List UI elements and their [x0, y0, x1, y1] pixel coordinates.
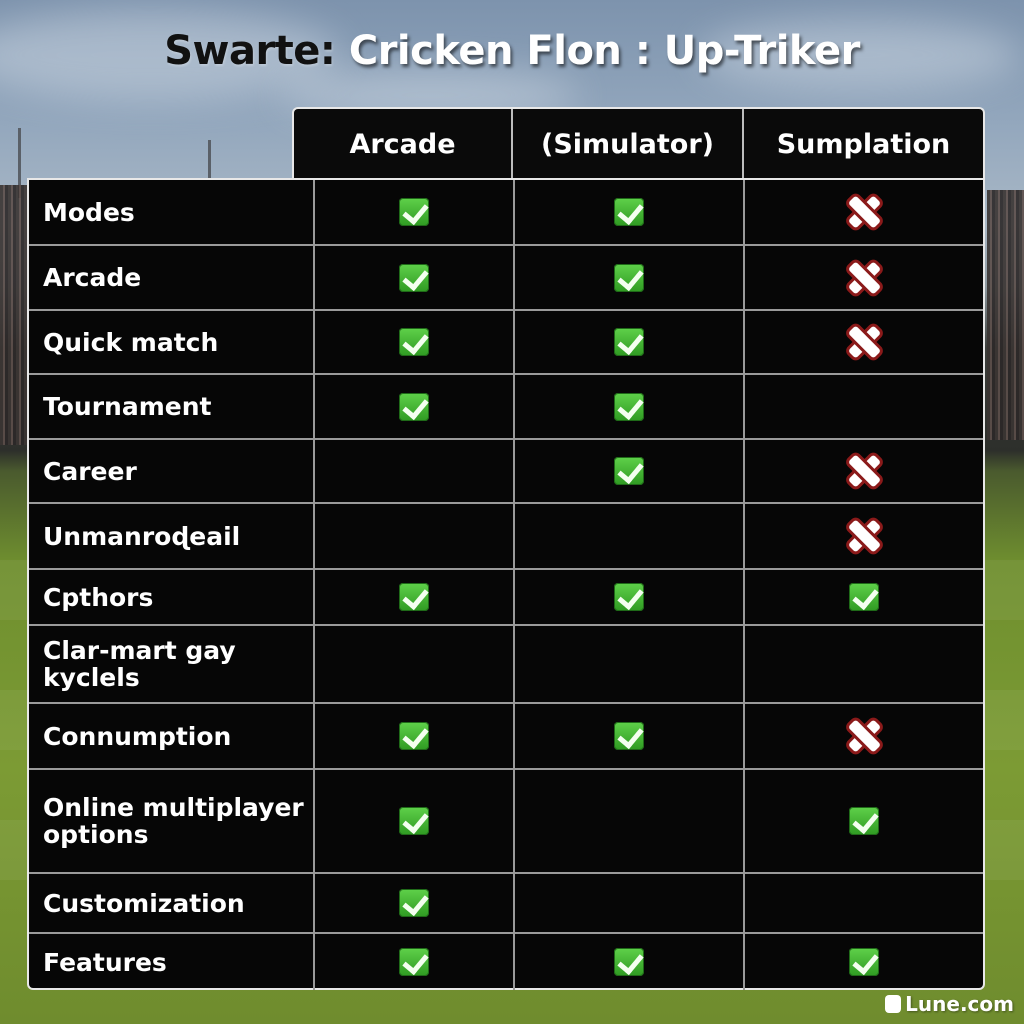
- green-check-icon: [399, 328, 429, 356]
- page-title: Swarte: Cricken Flon : Up-Triker: [0, 28, 1024, 74]
- feature-cell: [745, 570, 983, 624]
- feature-cell: [315, 375, 515, 438]
- row-label: Modes: [29, 180, 315, 244]
- table-row: Clar-mart gay kyclels: [29, 624, 983, 702]
- title-prefix: Swarte:: [164, 28, 336, 74]
- feature-cell: [745, 874, 983, 932]
- feature-cell: [315, 934, 515, 990]
- green-check-icon: [399, 198, 429, 226]
- column-header-sumplation: Sumplation: [776, 128, 951, 160]
- table-row: Cpthors: [29, 568, 983, 624]
- feature-cell: [315, 570, 515, 624]
- feature-cell: [515, 440, 745, 502]
- watermark-text: Lune.com: [905, 992, 1014, 1016]
- comparison-table: Modes Arcade Quick match Tournament Career Un…: [27, 178, 985, 990]
- row-label: Cpthors: [29, 570, 315, 624]
- feature-cell: [745, 626, 983, 702]
- feature-cell: [515, 570, 745, 624]
- feature-cell: [315, 770, 515, 872]
- green-check-icon: [849, 583, 879, 611]
- feature-cell: [315, 874, 515, 932]
- green-check-icon: [614, 583, 644, 611]
- row-label: Career: [29, 440, 315, 502]
- feature-cell: [515, 180, 745, 244]
- green-check-icon: [849, 807, 879, 835]
- green-check-icon: [614, 263, 644, 292]
- row-label: Connumption: [29, 704, 315, 768]
- row-label: Clar-mart gay kyclels: [29, 626, 315, 702]
- green-check-icon: [399, 889, 429, 917]
- feature-cell: [745, 504, 983, 568]
- feature-cell: [315, 440, 515, 502]
- red-cross-icon: [846, 453, 882, 489]
- row-label: Arcade: [29, 246, 315, 309]
- feature-cell: [515, 375, 745, 438]
- table-row: Tournament: [29, 373, 983, 438]
- column-header-arcade: Arcade: [294, 109, 513, 179]
- green-check-icon: [399, 583, 429, 611]
- green-check-icon: [399, 807, 429, 835]
- row-label: Quick match: [29, 311, 315, 373]
- red-cross-icon: [846, 194, 882, 230]
- feature-cell: [315, 504, 515, 568]
- green-check-icon: [614, 948, 644, 976]
- title-main: Cricken Flon : Up-Triker: [335, 28, 860, 74]
- feature-cell: [315, 626, 515, 702]
- feature-cell: [745, 440, 983, 502]
- feature-cell: [515, 504, 745, 568]
- table-row: Connumption: [29, 702, 983, 768]
- feature-cell: [515, 704, 745, 768]
- green-check-icon: [399, 948, 429, 976]
- green-check-icon: [614, 722, 644, 750]
- red-cross-icon: [846, 518, 882, 554]
- feature-cell: [745, 246, 983, 309]
- table-row: Arcade: [29, 244, 983, 309]
- logo-icon: [885, 995, 902, 1013]
- green-check-icon: [399, 722, 429, 750]
- feature-cell: [745, 934, 983, 990]
- table-row: Customization: [29, 872, 983, 932]
- watermark: Lune.com: [885, 992, 1014, 1016]
- feature-cell: [745, 770, 983, 872]
- green-check-icon: [614, 328, 644, 356]
- feature-cell: [515, 311, 745, 373]
- green-check-icon: [614, 457, 644, 485]
- row-label: Features: [29, 934, 315, 990]
- feature-cell: [515, 934, 745, 990]
- green-check-icon: [614, 198, 644, 226]
- row-label: Customization: [29, 874, 315, 932]
- feature-cell: [745, 704, 983, 768]
- feature-cell: [315, 246, 515, 309]
- column-header-simulator: (Simulator): [513, 109, 744, 179]
- table-row: Unmanroɖeail: [29, 502, 983, 568]
- feature-cell: [315, 180, 515, 244]
- feature-cell: [745, 375, 983, 438]
- green-check-icon: [614, 392, 644, 421]
- red-cross-icon: [846, 260, 882, 296]
- feature-cell: [745, 180, 983, 244]
- green-check-icon: [849, 948, 879, 976]
- feature-cell: [515, 246, 745, 309]
- table-row: Modes: [29, 180, 983, 244]
- table-row: Career: [29, 438, 983, 502]
- table-row: Quick match: [29, 309, 983, 373]
- feature-cell: [515, 770, 745, 872]
- red-cross-icon: [846, 324, 882, 360]
- feature-cell: [315, 311, 515, 373]
- red-cross-icon: [846, 718, 882, 754]
- green-check-icon: [399, 263, 429, 292]
- table-row: Features: [29, 932, 983, 990]
- row-label: Online multiplayer options: [29, 770, 315, 872]
- row-label: Tournament: [29, 375, 315, 438]
- row-label: Unmanroɖeail: [29, 504, 315, 568]
- feature-cell: [515, 874, 745, 932]
- green-check-icon: [399, 392, 429, 421]
- table-row: Online multiplayer options: [29, 768, 983, 872]
- feature-cell: [315, 704, 515, 768]
- feature-cell: [515, 626, 745, 702]
- feature-cell: [745, 311, 983, 373]
- column-header-row: Arcade (Simulator) Sumplation: [292, 107, 985, 179]
